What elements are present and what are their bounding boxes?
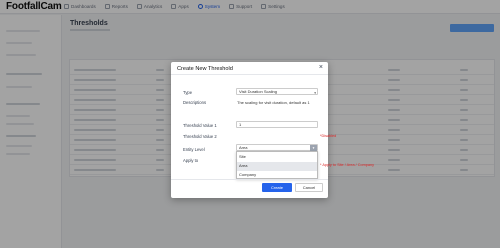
- type-select[interactable]: Visit Duration Scaling ▾: [236, 88, 318, 95]
- descriptions-text: The scaling for visit duration, default …: [237, 100, 310, 105]
- dropdown-option-area[interactable]: Area: [237, 162, 317, 171]
- cancel-button[interactable]: Cancel: [295, 183, 323, 192]
- threshold-value-1-label: Threshold Value 1: [183, 123, 217, 128]
- close-icon[interactable]: ×: [319, 64, 323, 71]
- entity-level-value: Area: [239, 145, 248, 150]
- create-button[interactable]: Create: [262, 183, 292, 192]
- type-label: Type: [183, 90, 193, 95]
- modal-title: Create New Threshold: [177, 65, 233, 72]
- type-select-value: Visit Duration Scaling: [239, 89, 277, 94]
- entity-level-label: Entity Level: [183, 147, 205, 152]
- dropdown-option-site[interactable]: Site: [237, 153, 317, 162]
- entity-level-dropdown: Site Area Company: [236, 151, 318, 179]
- threshold-value-2-label: Threshold Value 2: [183, 134, 217, 139]
- descriptions-label: Descriptions: [183, 100, 207, 105]
- entity-level-select[interactable]: Area ▾: [236, 144, 318, 151]
- modal-footer-divider: [171, 179, 328, 180]
- chevron-down-icon: ▾: [314, 91, 316, 95]
- apply-to-error: * Apply to Site / Area / Company: [320, 163, 375, 167]
- apply-to-label: Apply to: [183, 158, 199, 163]
- threshold-value-1-input[interactable]: 1: [236, 121, 318, 128]
- threshold-value-2-error: *Disabled: [320, 134, 337, 138]
- modal-header: Create New Threshold ×: [171, 62, 328, 75]
